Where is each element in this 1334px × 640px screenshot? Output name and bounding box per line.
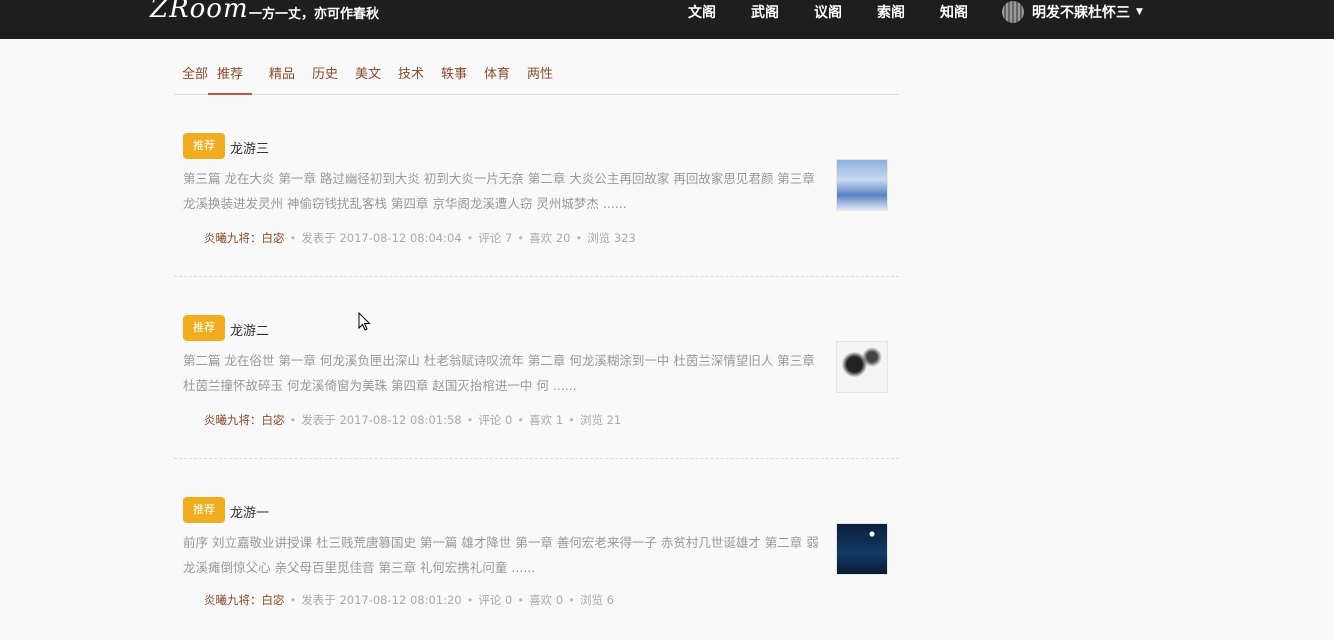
article-thumbnail[interactable]	[836, 341, 888, 393]
nav-item-wenge[interactable]: 文阁	[688, 2, 716, 22]
tab-prose[interactable]: 美文	[355, 63, 381, 82]
article-thumbnail[interactable]	[836, 523, 888, 575]
tab-featured[interactable]: 精品	[269, 63, 295, 82]
article-meta: 炎曦九将：白宓 • 发表于 2017-08-12 08:01:58 • 评论 0 • 喜欢 …	[204, 412, 621, 428]
like-count: 喜欢 20	[529, 231, 571, 245]
category-tabs: 全部 推荐 精品 历史 美文 技术 轶事 体育 两性	[174, 58, 899, 95]
separator-dot-icon: •	[289, 413, 297, 427]
author-link[interactable]: 炎曦九将：白宓	[204, 413, 285, 427]
view-count: 浏览 6	[579, 593, 614, 607]
nav-item-yige[interactable]: 议阁	[814, 2, 842, 22]
tab-sports[interactable]: 体育	[484, 63, 510, 82]
separator-dot-icon: •	[466, 593, 474, 607]
recommend-badge: 推荐	[183, 315, 225, 341]
top-navbar: ZRoom 一方一丈，亦可作春秋 文阁 武阁 议阁 索阁 知阁 明发不寐杜怀三 …	[0, 0, 1334, 39]
article-title[interactable]: 龙游三	[230, 138, 269, 157]
comment-count: 评论 0	[478, 413, 513, 427]
tab-all[interactable]: 全部	[182, 63, 208, 82]
article-summary: 前序 刘立嘉敬业讲授课 杜三贱荒唐篡国史 第一篇 雄才降世 第一章 善何宏老来得…	[183, 535, 819, 575]
recommend-badge: 推荐	[183, 497, 225, 523]
tab-relationships[interactable]: 两性	[527, 63, 553, 82]
avatar	[1002, 1, 1024, 23]
username: 明发不寐杜怀三	[1032, 5, 1130, 21]
author-link[interactable]: 炎曦九将：白宓	[204, 593, 285, 607]
caret-down-icon: ▼	[1136, 7, 1143, 17]
view-count: 浏览 21	[579, 413, 622, 427]
site-slogan: 一方一丈，亦可作春秋	[249, 7, 380, 22]
article-item: 推荐 龙游三 第三篇 龙在大炎 第一章 路过幽径初到大炎 初到大炎一片无奈 第二…	[174, 95, 899, 277]
comment-count: 评论 7	[478, 231, 513, 245]
separator-dot-icon: •	[289, 231, 297, 245]
article-meta: 炎曦九将：白宓 • 发表于 2017-08-12 08:04:04 • 评论 7 • 喜欢 …	[204, 230, 636, 246]
separator-dot-icon: •	[517, 413, 525, 427]
comment-count: 评论 0	[478, 593, 513, 607]
author-link[interactable]: 炎曦九将：白宓	[204, 231, 285, 245]
separator-dot-icon: •	[517, 231, 525, 245]
article-item: 推荐 龙游二 第二篇 龙在俗世 第一章 何龙溪负匣出深山 杜老翁赋诗叹流年 第二…	[174, 277, 899, 459]
separator-dot-icon: •	[575, 231, 583, 245]
tab-tech[interactable]: 技术	[398, 63, 424, 82]
tab-history[interactable]: 历史	[312, 63, 338, 82]
tab-recommended[interactable]: 推荐	[208, 63, 253, 95]
like-count: 喜欢 0	[529, 593, 564, 607]
mouse-cursor-icon	[358, 312, 371, 331]
separator-dot-icon: •	[568, 593, 575, 607]
separator-dot-icon: •	[289, 593, 297, 607]
site-logo[interactable]: ZRoom	[150, 0, 249, 24]
view-count: 浏览 323	[587, 231, 636, 245]
publish-date: 发表于 2017-08-12 08:01:58	[301, 413, 462, 427]
article-meta: 炎曦九将：白宓 • 发表于 2017-08-12 08:01:20 • 评论 0 • 喜欢 …	[204, 592, 614, 608]
separator-dot-icon: •	[517, 593, 525, 607]
user-menu[interactable]: 明发不寐杜怀三 ▼	[1002, 0, 1143, 24]
tab-anecdotes[interactable]: 轶事	[441, 63, 467, 82]
article-summary: 第二篇 龙在俗世 第一章 何龙溪负匣出深山 杜老翁赋诗叹流年 第二章 何龙溪糊涂…	[183, 353, 815, 393]
article-summary: 第三篇 龙在大炎 第一章 路过幽径初到大炎 初到大炎一片无奈 第二章 大炎公主再…	[183, 171, 815, 211]
publish-date: 发表于 2017-08-12 08:04:04	[301, 231, 462, 245]
like-count: 喜欢 1	[529, 413, 564, 427]
separator-dot-icon: •	[466, 413, 474, 427]
article-title[interactable]: 龙游一	[230, 502, 269, 521]
nav-item-wuge[interactable]: 武阁	[751, 2, 779, 22]
recommend-badge: 推荐	[183, 133, 225, 159]
nav-item-zhige[interactable]: 知阁	[940, 2, 968, 22]
article-thumbnail[interactable]	[836, 159, 888, 211]
article-title[interactable]: 龙游二	[230, 320, 269, 339]
separator-dot-icon: •	[568, 413, 575, 427]
publish-date: 发表于 2017-08-12 08:01:20	[301, 593, 462, 607]
separator-dot-icon: •	[466, 231, 474, 245]
article-item: 推荐 龙游一 前序 刘立嘉敬业讲授课 杜三贱荒唐篡国史 第一篇 雄才降世 第一章…	[174, 459, 899, 640]
nav-item-suoge[interactable]: 索阁	[877, 2, 905, 22]
